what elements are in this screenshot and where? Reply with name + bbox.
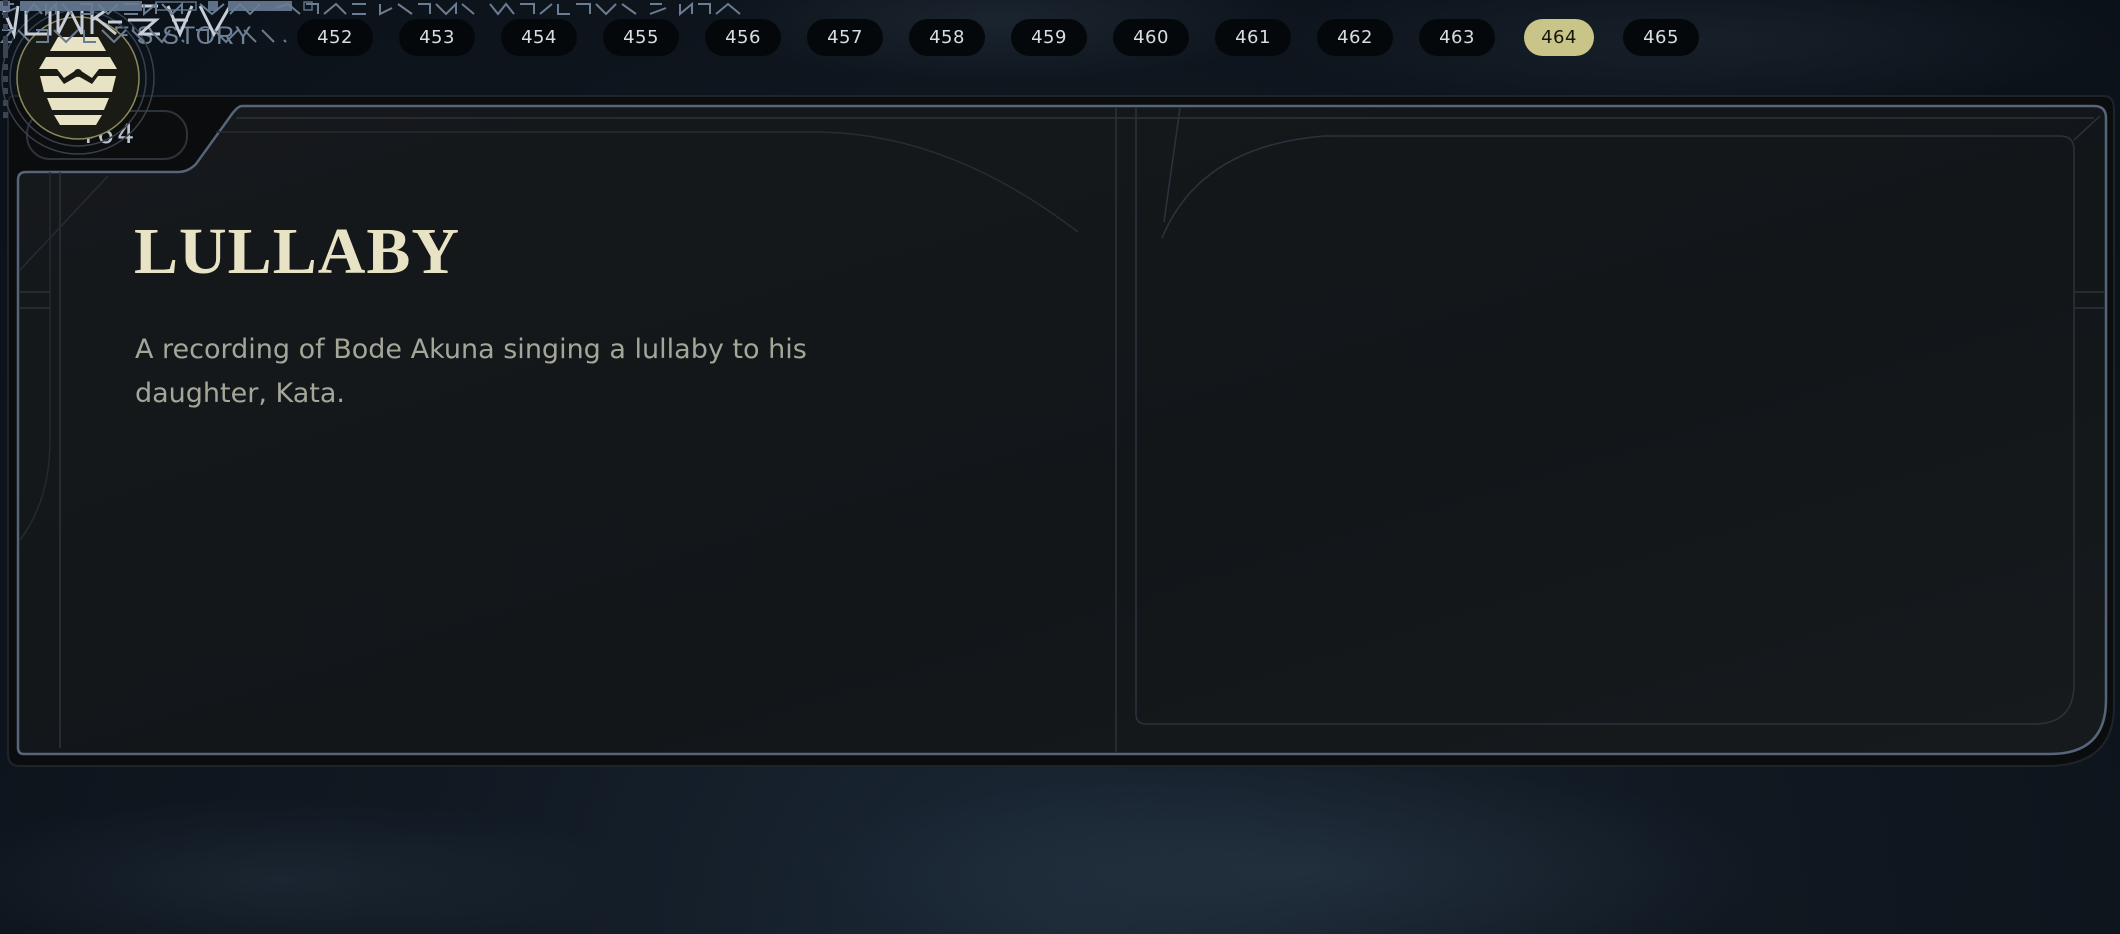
chapter-tab-459[interactable]: 459 — [1011, 19, 1087, 56]
chapter-tab-456[interactable]: 456 — [705, 19, 781, 56]
chapter-tab-463[interactable]: 463 — [1419, 19, 1495, 56]
chapter-tab-455[interactable]: 455 — [603, 19, 679, 56]
entry-title: LULLABY — [134, 215, 461, 288]
chapter-tab-460[interactable]: 460 — [1113, 19, 1189, 56]
chapter-tab-461[interactable]: 461 — [1215, 19, 1291, 56]
chapter-tab-453[interactable]: 453 — [399, 19, 475, 56]
chapter-tab-454[interactable]: 454 — [501, 19, 577, 56]
story-title: BODE'S STORY — [56, 22, 253, 50]
entry-panel: 464 LULLABY A recording of Bode Akuna si… — [0, 0, 2120, 934]
entry-description: A recording of Bode Akuna singing a lull… — [135, 334, 807, 409]
background-landscape — [0, 0, 2120, 934]
chapter-tab-465[interactable]: 465 — [1623, 19, 1699, 56]
chapter-tab-462[interactable]: 462 — [1317, 19, 1393, 56]
chapter-tab-452[interactable]: 452 — [297, 19, 373, 56]
chapter-tab-457[interactable]: 457 — [807, 19, 883, 56]
panel-frame — [7, 95, 2115, 767]
chapter-tab-464[interactable]: 464 — [1524, 19, 1594, 56]
entry-number-badge: 464 — [26, 110, 188, 160]
chapter-tab-458[interactable]: 458 — [909, 19, 985, 56]
top-navigation: BODE'S STORY 452 453 454 455 456 457 458… — [0, 0, 2120, 76]
